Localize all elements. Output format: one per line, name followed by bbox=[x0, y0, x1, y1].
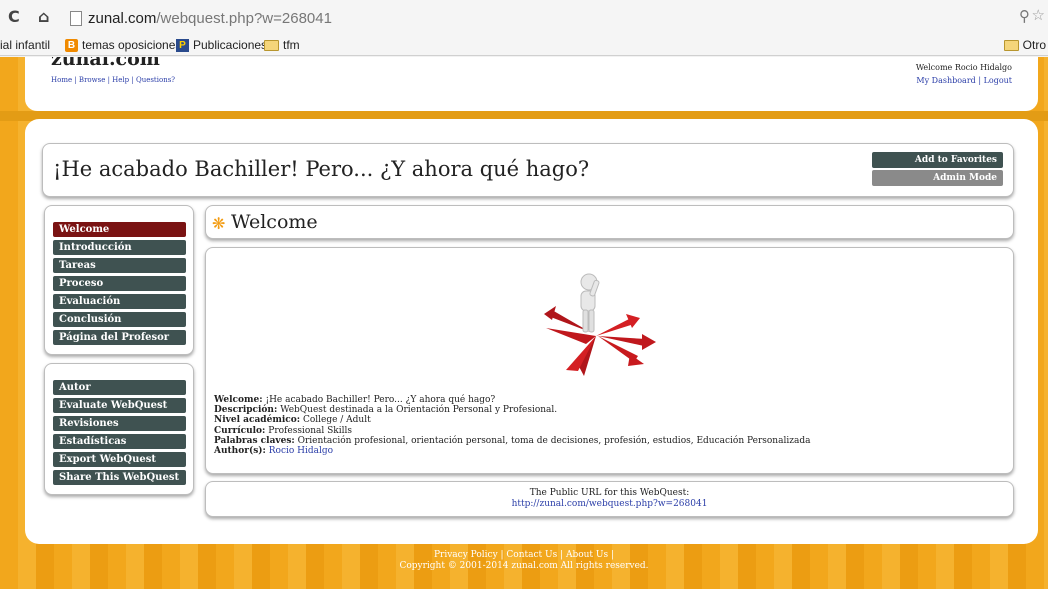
main-container: ¡He acabado Bachiller! Pero... ¿Y ahora … bbox=[25, 119, 1038, 544]
nav-browse[interactable]: Browse bbox=[79, 76, 105, 84]
browser-toolbar: C ⌂ zunal.com/webquest.php?w=268041 ⚲ ☆ bbox=[0, 0, 1048, 34]
welcome-user: Welcome Rocio Hidalgo bbox=[915, 63, 1012, 72]
folder-icon bbox=[1003, 39, 1019, 51]
sidebar-item-tareas[interactable]: Tareas bbox=[53, 258, 186, 273]
sidebar-item-welcome[interactable]: Welcome bbox=[53, 222, 186, 237]
tools-menu: Autor Evaluate WebQuest Revisiones Estad… bbox=[44, 363, 194, 495]
public-url-label: The Public URL for this WebQuest: bbox=[529, 488, 690, 498]
nav-home[interactable]: Home bbox=[51, 76, 72, 84]
address-bar[interactable]: zunal.com/webquest.php?w=268041 bbox=[70, 7, 332, 29]
my-dashboard-link[interactable]: My Dashboard bbox=[916, 76, 975, 85]
copyright: Copyright © 2001-2014 zunal.com All righ… bbox=[399, 561, 649, 571]
author-link[interactable]: Rocio Hidalgo bbox=[269, 446, 333, 456]
sidebar-item-revisiones[interactable]: Revisiones bbox=[53, 416, 186, 431]
url-path: /webquest.php?w=268041 bbox=[156, 9, 332, 27]
sections-menu: Welcome Introducción Tareas Proceso Eval… bbox=[44, 205, 194, 355]
bookmark-item[interactable]: Btemas oposiciones bbox=[65, 38, 181, 52]
flower-icon: ❋ bbox=[212, 214, 226, 233]
sidebar-item-evaluate[interactable]: Evaluate WebQuest bbox=[53, 398, 186, 413]
title-box: ¡He acabado Bachiller! Pero... ¿Y ahora … bbox=[42, 143, 1014, 197]
add-to-favorites-button[interactable]: Add to Favorites bbox=[872, 152, 1003, 168]
page-background: zunal.com Home | Browse | Help | Questio… bbox=[0, 57, 1048, 589]
public-url-box: The Public URL for this WebQuest: http:/… bbox=[205, 481, 1014, 517]
bookmark-star-icon[interactable]: ☆ bbox=[1032, 6, 1045, 24]
sidebar-item-share[interactable]: Share This WebQuest bbox=[53, 470, 186, 485]
home-icon[interactable]: ⌂ bbox=[38, 7, 49, 26]
sidebar-item-autor[interactable]: Autor bbox=[53, 380, 186, 395]
site-header: zunal.com Home | Browse | Help | Questio… bbox=[25, 57, 1038, 111]
bookmarks-bar: ial infantil Btemas oposiciones P Publica… bbox=[0, 34, 1048, 56]
page-icon bbox=[70, 10, 82, 26]
sidebar-item-export[interactable]: Export WebQuest bbox=[53, 452, 186, 467]
user-links: My Dashboard | Logout bbox=[916, 76, 1012, 85]
site-footer: Privacy Policy | Contact Us | About Us |… bbox=[0, 550, 1048, 572]
other-bookmarks[interactable]: Otro bbox=[1003, 38, 1046, 52]
sidebar-item-introduccion[interactable]: Introducción bbox=[53, 240, 186, 255]
footer-links[interactable]: Privacy Policy | Contact Us | About Us | bbox=[0, 550, 1048, 561]
p-icon: P bbox=[176, 38, 189, 52]
webquest-info: Welcome: ¡He acabado Bachiller! Pero... … bbox=[214, 395, 811, 457]
admin-mode-button[interactable]: Admin Mode bbox=[872, 170, 1003, 186]
zoom-icon[interactable]: ⚲ bbox=[1019, 7, 1030, 25]
top-nav: Home | Browse | Help | Questions? bbox=[51, 76, 176, 84]
page-title: ¡He acabado Bachiller! Pero... ¿Y ahora … bbox=[53, 157, 590, 181]
nav-questions[interactable]: Questions? bbox=[136, 76, 175, 84]
bookmark-item[interactable]: tfm bbox=[264, 38, 300, 52]
sidebar-item-conclusion[interactable]: Conclusión bbox=[53, 312, 186, 327]
bookmark-item[interactable]: ial infantil bbox=[0, 38, 50, 52]
nav-help[interactable]: Help bbox=[112, 76, 129, 84]
blogger-icon: B bbox=[65, 38, 78, 52]
section-heading: Welcome bbox=[231, 211, 318, 233]
sidebar-item-evaluacion[interactable]: Evaluación bbox=[53, 294, 186, 309]
public-url-link[interactable]: http://zunal.com/webquest.php?w=268041 bbox=[206, 499, 1013, 510]
reload-icon[interactable]: C bbox=[8, 7, 20, 26]
url-host: zunal.com bbox=[88, 9, 157, 27]
section-heading-box: ❋ Welcome bbox=[205, 205, 1014, 239]
site-logo[interactable]: zunal.com bbox=[51, 57, 160, 70]
bookmark-item[interactable]: P Publicaciones bbox=[176, 38, 267, 52]
sidebar-item-proceso[interactable]: Proceso bbox=[53, 276, 186, 291]
crossroads-illustration bbox=[544, 273, 656, 376]
folder-icon bbox=[264, 39, 279, 51]
sidebar-item-profesor[interactable]: Página del Profesor bbox=[53, 330, 186, 345]
content-box: Welcome: ¡He acabado Bachiller! Pero... … bbox=[205, 247, 1014, 474]
logout-link[interactable]: Logout bbox=[984, 76, 1012, 85]
sidebar-item-estadisticas[interactable]: Estadísticas bbox=[53, 434, 186, 449]
